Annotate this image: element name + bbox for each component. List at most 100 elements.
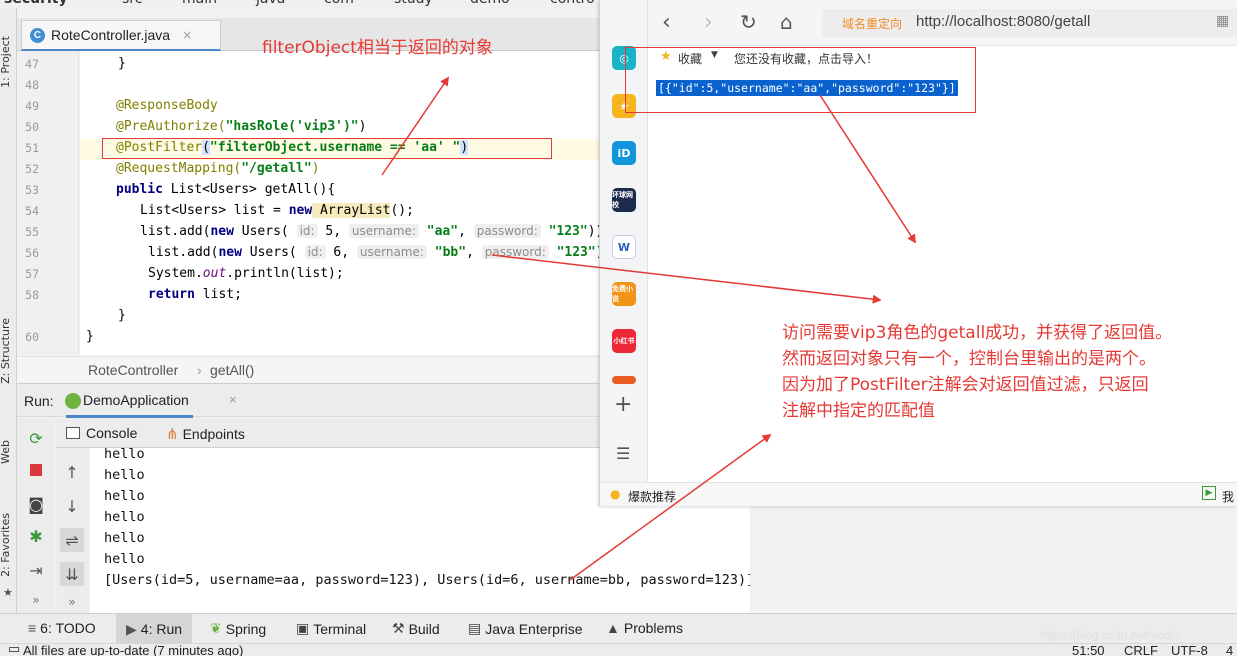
tab-java-enterprise[interactable]: ▤ Java Enterprise — [468, 620, 583, 637]
param-hint: id: — [296, 224, 318, 238]
line-number: 54 — [25, 204, 39, 218]
app-icon[interactable]: 小红书 — [612, 329, 636, 353]
console-tab-bar: Console ⋔ Endpoints — [56, 418, 600, 448]
class-icon: C — [30, 27, 45, 43]
arrow-down-icon[interactable]: ↓ — [62, 496, 82, 516]
camera-icon[interactable]: ◙ — [26, 494, 46, 514]
code-token: list.add( — [148, 245, 219, 260]
crumb-demo[interactable]: demo — [470, 0, 510, 7]
structure-tool-tab[interactable]: Z: Structure — [0, 318, 12, 384]
arrow-up-icon[interactable]: ↑ — [62, 462, 82, 482]
annotation-line: 因为加了PostFilter注解会对返回值过滤，只返回 — [782, 375, 1149, 395]
param-hint: username: — [356, 245, 427, 259]
caret-position[interactable]: 51:50 — [1072, 644, 1105, 656]
code-token: return — [148, 287, 195, 302]
forward-icon[interactable]: › — [704, 10, 713, 35]
line-number: 57 — [25, 267, 39, 281]
crumb-src[interactable]: src — [122, 0, 142, 7]
project-tool-tab[interactable]: 1: Project — [0, 36, 12, 88]
tab-terminal[interactable]: ▣ Terminal — [296, 620, 366, 637]
web-tool-tab[interactable]: Web — [0, 440, 12, 464]
add-icon[interactable]: + — [614, 392, 632, 417]
status-bar: ▭ All files are up-to-date (7 minutes ag… — [0, 643, 1237, 656]
code-token: out — [202, 266, 227, 281]
code-token: Users( — [241, 245, 297, 260]
recommend-link[interactable]: 爆款推荐 — [628, 488, 676, 505]
code-token: 5, — [317, 224, 349, 239]
console-toolbar: ↑ ↓ ⇌ ⇊ » — [56, 448, 89, 613]
console-tab[interactable]: Console — [66, 425, 137, 441]
close-tab-icon[interactable]: × — [182, 28, 192, 42]
code-token: "aa" — [426, 224, 459, 239]
crumb-java[interactable]: java — [256, 0, 285, 7]
line-number: 51 — [25, 141, 39, 155]
left-tool-strip: 1: Project Z: Structure Web 2: Favorites… — [0, 8, 17, 613]
breadcrumb-class[interactable]: RoteController — [88, 362, 178, 378]
code-token: 6, — [325, 245, 357, 260]
browser-status-bar: ● 爆款推荐 ▶ 我 — [600, 482, 1237, 506]
address-bar[interactable]: 域名重定向 http://localhost:8080/getall ▦ — [822, 9, 1237, 37]
crumb-study[interactable]: study — [394, 0, 433, 7]
tab-label: 6: TODO — [40, 620, 96, 636]
app-icon[interactable] — [612, 376, 636, 384]
status-icon: ▭ — [8, 643, 21, 656]
grid-icon[interactable]: ▦ — [1216, 13, 1229, 29]
app-icon[interactable]: 免费小说 — [612, 282, 636, 306]
crumb-main[interactable]: main — [182, 0, 217, 7]
tab-problems[interactable]: ▲ Problems — [606, 620, 683, 636]
crumb-project[interactable]: security — [4, 0, 68, 7]
code-token: "123" — [548, 224, 588, 239]
favorites-tool-tab[interactable]: 2: Favorites — [0, 513, 12, 577]
home-icon[interactable]: ⌂ — [780, 10, 793, 34]
breadcrumb-method[interactable]: getAll() — [210, 362, 254, 378]
more-icon[interactable]: » — [62, 592, 82, 612]
endpoints-icon: ⋔ — [166, 426, 179, 443]
app-icon[interactable]: 环球网校 — [612, 188, 636, 212]
code-token: list; — [194, 287, 242, 302]
code-editor[interactable]: } @ResponseBody @PreAuthorize("hasRole('… — [80, 51, 600, 355]
tab-build[interactable]: ⚒ Build — [392, 620, 440, 637]
tab-rotecontroller[interactable]: C RoteController.java × — [21, 20, 221, 51]
status-message: All files are up-to-date (7 minutes ago) — [23, 643, 244, 656]
url-text: http://localhost:8080/getall — [916, 13, 1091, 30]
line-separator[interactable]: CRLF — [1124, 644, 1158, 656]
exit-icon[interactable]: ⇥ — [26, 560, 46, 580]
reload-icon[interactable]: ↻ — [740, 10, 757, 34]
crumb-com[interactable]: com — [324, 0, 354, 7]
watermark: https://blog.csdn.net/yodlo — [1040, 628, 1180, 642]
line-number: 53 — [25, 183, 39, 197]
param-hint: password: — [481, 245, 549, 259]
play-icon[interactable]: ▶ — [1202, 486, 1216, 500]
stop-icon[interactable] — [26, 460, 46, 480]
tab-todo[interactable]: ≡ 6: TODO — [28, 620, 96, 636]
back-icon[interactable]: ‹ — [662, 10, 671, 35]
soft-wrap-icon[interactable]: ⇌ — [60, 528, 84, 552]
code-line: return list; — [148, 287, 242, 302]
run-config-tab[interactable]: DemoApplication — [66, 384, 193, 418]
play-icon: ▶ — [126, 620, 137, 637]
menu-icon[interactable]: ☰ — [616, 444, 630, 463]
more-icon[interactable]: » — [26, 590, 46, 610]
endpoints-tab[interactable]: ⋔ Endpoints — [166, 425, 245, 443]
rerun-icon[interactable]: ⟳ — [26, 428, 46, 448]
crumb-contro[interactable]: contro — [550, 0, 595, 7]
app-icon[interactable]: iD — [612, 141, 636, 165]
close-run-tab-icon[interactable]: × — [229, 392, 237, 407]
code-line: List<Users> list = new ArrayList(); — [140, 203, 414, 218]
word-icon[interactable]: W — [612, 235, 636, 259]
file-encoding[interactable]: UTF-8 — [1171, 644, 1208, 656]
code-token: List<Users> list = — [140, 203, 289, 218]
code-line: @RequestMapping("/getall") — [116, 161, 320, 176]
hammer-icon: ⚒ — [392, 620, 405, 636]
annotation-explanation: 访问需要vip3角色的getall成功，并获得了返回值。 然而返回对象只有一个，… — [782, 320, 1172, 424]
indent-info[interactable]: 4 — [1226, 644, 1233, 656]
terminal-icon: ▣ — [296, 620, 310, 636]
tab-spring[interactable]: ❦ Spring — [210, 620, 266, 637]
line-number-gutter: 47 48 49 50 51 52 53 54 55 56 57 58 60 — [17, 51, 79, 355]
param-hint: password: — [473, 224, 541, 238]
debug-icon[interactable]: ✱ — [26, 526, 46, 546]
postfilter-highlight-box — [102, 138, 552, 159]
scroll-to-end-icon[interactable]: ⇊ — [60, 562, 84, 586]
tab-run[interactable]: ▶ 4: Run — [116, 614, 193, 644]
code-token: "123" — [556, 245, 596, 260]
